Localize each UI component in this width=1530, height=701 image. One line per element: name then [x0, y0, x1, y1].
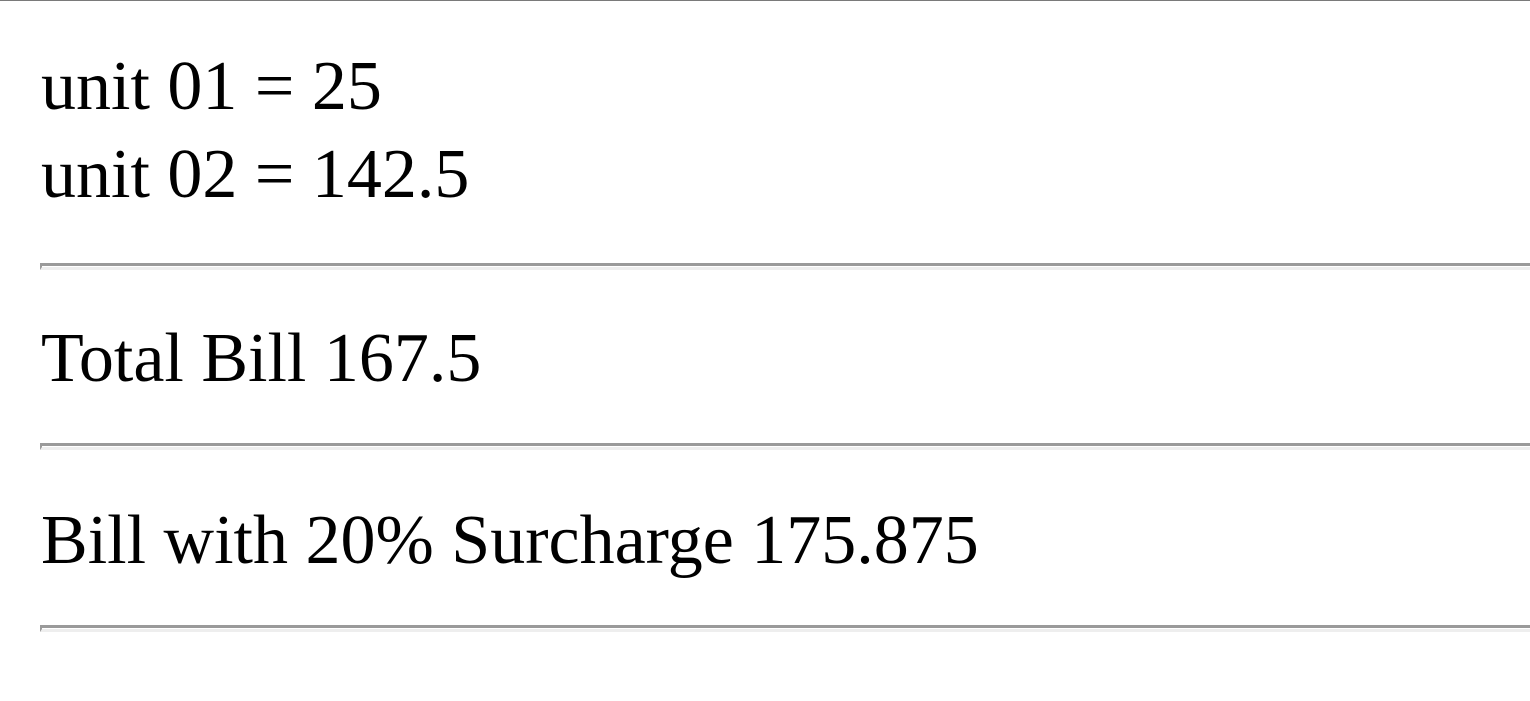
total-bill-line: Total Bill 167.5 [41, 320, 482, 397]
horizontal-rule-3 [40, 625, 1530, 632]
surcharge-bill-line: Bill with 20% Surcharge 175.875 [41, 502, 979, 579]
unit-02-line: unit 02 = 142.5 [41, 136, 470, 213]
horizontal-rule-2 [40, 443, 1530, 450]
horizontal-rule-1 [40, 263, 1530, 270]
unit-01-line: unit 01 = 25 [41, 48, 382, 125]
top-border [0, 0, 1530, 1]
